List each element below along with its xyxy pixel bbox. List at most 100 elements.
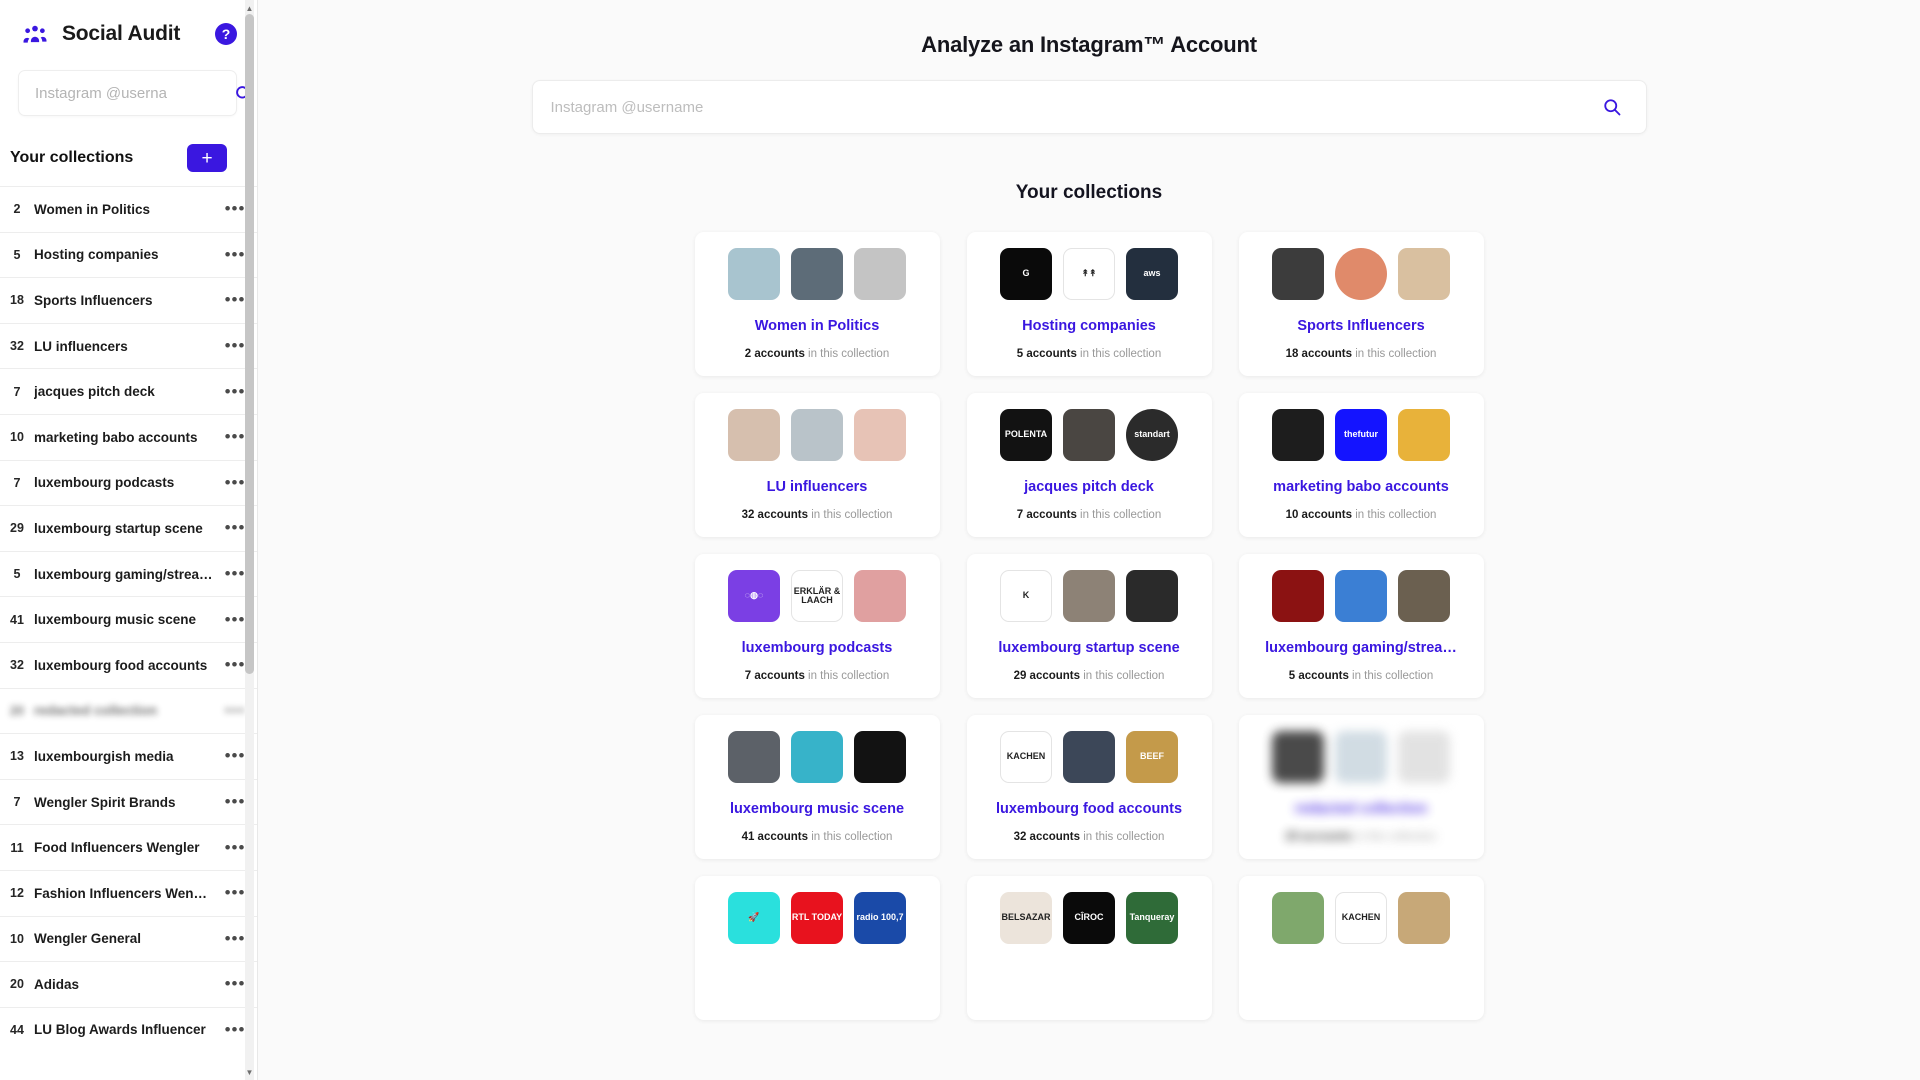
collection-card[interactable]: redacted collection 20 accounts in this c…: [1238, 715, 1484, 859]
avatar-musician-3: [854, 731, 906, 783]
ellipsis-icon[interactable]: •••: [223, 930, 247, 947]
sidebar-item[interactable]: 41 luxembourg music scene •••: [0, 596, 257, 642]
card-thumbnails: POLENTA standart: [981, 409, 1198, 461]
sidebar-item[interactable]: 2 Women in Politics •••: [0, 186, 257, 232]
card-title[interactable]: luxembourg podcasts: [709, 640, 926, 656]
card-title[interactable]: Women in Politics: [709, 318, 926, 334]
sidebar-item[interactable]: 7 Wengler Spirit Brands •••: [0, 778, 257, 825]
collection-card[interactable]: ◌◍◌ ERKLÄR & LAACH luxembourg podcasts 7 ac…: [694, 554, 940, 698]
sidebar-scrollbar-thumb[interactable]: [245, 14, 254, 674]
collection-card[interactable]: KACHEN BEEF luxembourg food accounts 32 acc…: [966, 715, 1212, 859]
card-count-value: 32 accounts: [741, 509, 809, 521]
sidebar-item[interactable]: 5 Hosting companies •••: [0, 231, 257, 278]
ellipsis-icon[interactable]: •••: [223, 200, 247, 217]
collection-card[interactable]: BELSAZAR CÎROC Tanqueray: [966, 876, 1212, 1020]
sidebar-item[interactable]: 20 redacted collection •••: [0, 687, 257, 734]
sidebar-item-count: 7: [13, 475, 21, 490]
collection-card[interactable]: Sports Influencers 18 accounts in this co…: [1238, 232, 1484, 376]
app-title: Social Audit: [62, 22, 181, 45]
ellipsis-icon[interactable]: •••: [223, 747, 247, 764]
sidebar-item-count: 32: [10, 658, 24, 673]
collection-card[interactable]: POLENTA standart jacques pitch deck 7 accou…: [966, 393, 1212, 537]
card-thumbnails: [1253, 731, 1470, 783]
card-title[interactable]: luxembourg gaming/strea…: [1253, 640, 1470, 656]
collection-card[interactable]: LU influencers 32 accounts in this collec…: [694, 393, 940, 537]
collection-card[interactable]: luxembourg music scene 41 accounts in thi…: [694, 715, 940, 859]
scroll-up-arrow-icon[interactable]: ▲: [245, 2, 254, 14]
sidebar-item-count: 20: [10, 977, 24, 992]
ellipsis-icon[interactable]: •••: [223, 839, 247, 856]
sidebar-collection-list: 2 Women in Politics ••• 5 Hosting companies •…: [0, 186, 257, 1052]
sidebar-item[interactable]: 7 luxembourg podcasts •••: [0, 459, 257, 506]
card-title[interactable]: redacted collection: [1253, 801, 1470, 817]
logo-k-circle: K: [1000, 570, 1052, 622]
card-account-count: 5 accounts in this collection: [981, 348, 1198, 360]
ellipsis-icon[interactable]: •••: [223, 975, 247, 992]
ellipsis-icon[interactable]: •••: [223, 793, 247, 810]
collection-card[interactable]: thefutur marketing babo accounts 10 accoun…: [1238, 393, 1484, 537]
sidebar-item[interactable]: 32 luxembourg food accounts •••: [0, 641, 257, 688]
add-collection-button[interactable]: +: [187, 144, 227, 172]
sidebar-item[interactable]: 18 Sports Influencers •••: [0, 277, 257, 323]
main-search[interactable]: [531, 80, 1647, 134]
logo-rocket: 🚀: [728, 892, 780, 944]
ellipsis-icon[interactable]: •••: [223, 884, 247, 901]
collection-card[interactable]: 🚀 RTL TODAY radio 100,7: [694, 876, 940, 1020]
card-title[interactable]: luxembourg music scene: [709, 801, 926, 817]
collection-card[interactable]: KACHEN: [1238, 876, 1484, 1020]
ellipsis-icon[interactable]: •••: [223, 565, 247, 582]
collection-card[interactable]: Women in Politics 2 accounts in this coll…: [694, 232, 940, 376]
scroll-down-arrow-icon[interactable]: ▼: [245, 1066, 254, 1078]
collection-card[interactable]: luxembourg gaming/strea… 5 accounts in th…: [1238, 554, 1484, 698]
ellipsis-icon[interactable]: •••: [223, 702, 247, 719]
sidebar-item[interactable]: 13 luxembourgish media •••: [0, 733, 257, 779]
card-title[interactable]: jacques pitch deck: [981, 479, 1198, 495]
search-icon[interactable]: [1602, 97, 1622, 117]
card-title[interactable]: marketing babo accounts: [1253, 479, 1470, 495]
sidebar-item[interactable]: 44 LU Blog Awards Influencer •••: [0, 1006, 257, 1053]
card-account-count: 10 accounts in this collection: [1253, 509, 1470, 521]
ellipsis-icon[interactable]: •••: [223, 656, 247, 673]
sidebar-item[interactable]: 5 luxembourg gaming/streami… •••: [0, 550, 257, 597]
collection-card[interactable]: G ↟↟ aws Hosting companies 5 accounts in thi…: [966, 232, 1212, 376]
sidebar-item[interactable]: 29 luxembourg startup scene •••: [0, 505, 257, 551]
analyze-account-input[interactable]: [550, 98, 1602, 116]
main-content: Analyze an Instagram™ Account Your colle…: [258, 0, 1920, 1080]
card-count-suffix: in this collection: [1352, 831, 1437, 843]
ellipsis-icon[interactable]: •••: [223, 291, 247, 308]
ellipsis-icon[interactable]: •••: [223, 337, 247, 354]
sidebar-item[interactable]: 10 Wengler General •••: [0, 915, 257, 962]
ellipsis-icon[interactable]: •••: [223, 611, 247, 628]
card-count-suffix: in this collection: [804, 670, 890, 682]
card-title[interactable]: Hosting companies: [981, 318, 1198, 334]
ellipsis-icon[interactable]: •••: [223, 519, 247, 536]
sidebar-item[interactable]: 10 marketing babo accounts •••: [0, 413, 257, 460]
collection-card[interactable]: Kluxembourg startup scene 29 accounts in …: [966, 554, 1212, 698]
ellipsis-icon[interactable]: •••: [223, 428, 247, 445]
avatar-influencer-1: [728, 409, 780, 461]
sidebar-item-count: 7: [13, 795, 21, 810]
card-title[interactable]: LU influencers: [709, 479, 926, 495]
help-icon[interactable]: ?: [215, 23, 237, 45]
ellipsis-icon[interactable]: •••: [223, 1021, 247, 1038]
ellipsis-icon[interactable]: •••: [223, 246, 247, 263]
logo-beef-burger: BEEF: [1126, 731, 1178, 783]
sidebar-item[interactable]: 20 Adidas •••: [0, 961, 257, 1007]
sidebar-item[interactable]: 12 Fashion Influencers Wengler •••: [0, 869, 257, 916]
logo-podcast-dots: ◌◍◌: [728, 570, 780, 622]
card-title[interactable]: luxembourg food accounts: [981, 801, 1198, 817]
card-count-suffix: in this collection: [1076, 348, 1162, 360]
ellipsis-icon[interactable]: •••: [223, 474, 247, 491]
sidebar-item[interactable]: 7 jacques pitch deck •••: [0, 368, 257, 414]
sidebar-item[interactable]: 11 Food Influencers Wengler •••: [0, 824, 257, 870]
ellipsis-icon[interactable]: •••: [223, 383, 247, 400]
sidebar-search[interactable]: [18, 70, 252, 116]
card-thumbnails: [1253, 570, 1470, 622]
logo-rtl-today: RTL TODAY: [791, 892, 843, 944]
sidebar-search-input[interactable]: [35, 84, 234, 102]
card-thumbnails: 🚀 RTL TODAY radio 100,7: [709, 892, 926, 944]
sidebar-item[interactable]: 32 LU influencers •••: [0, 322, 257, 369]
sidebar: Social Audit ? Your collections + 2 Women…: [0, 0, 258, 1080]
card-title[interactable]: Sports Influencers: [1253, 318, 1470, 334]
card-title[interactable]: luxembourg startup scene: [981, 640, 1198, 656]
